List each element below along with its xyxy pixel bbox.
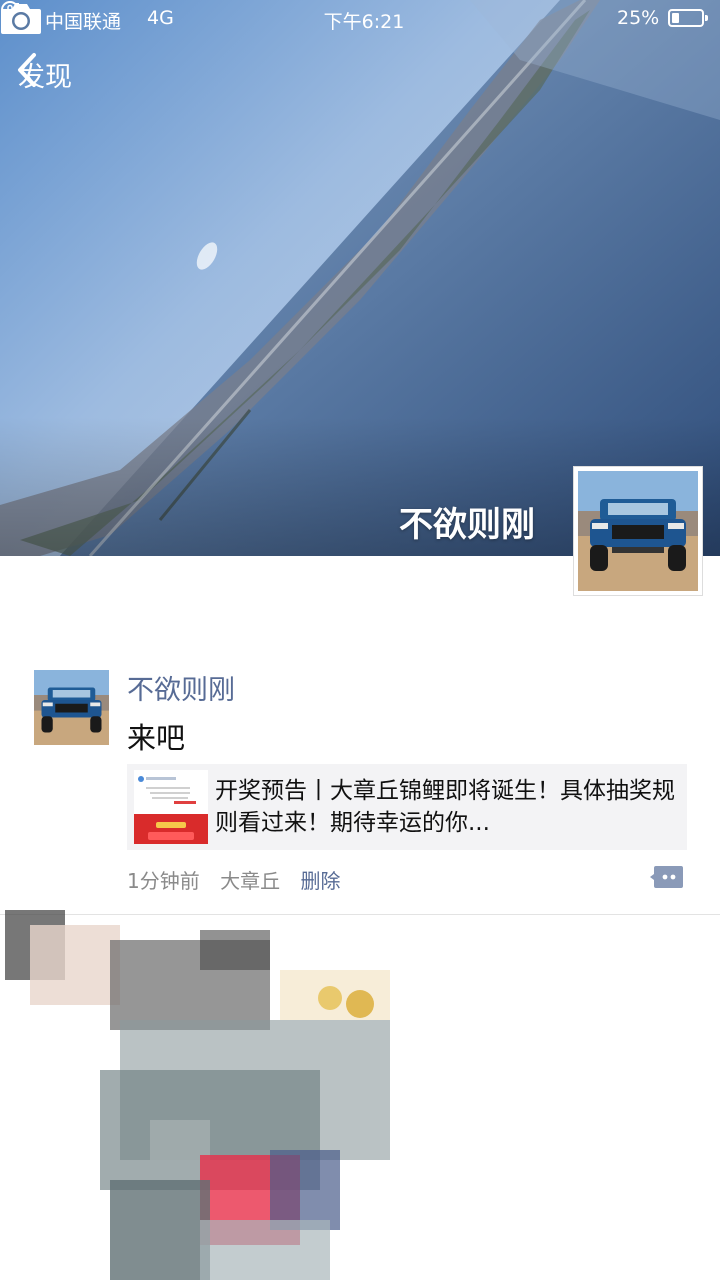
status-time: 下午6:21 (323, 11, 405, 33)
chevron-left-icon (18, 53, 36, 87)
back-button[interactable]: 发现 (14, 52, 72, 96)
cover-avatar[interactable] (573, 466, 703, 596)
status-bar: 中国联通 4G 下午6:21 25% (0, 0, 720, 36)
cover-user-name: 不欲则刚 (399, 505, 535, 545)
truck-avatar-image (578, 471, 698, 591)
shared-link-card[interactable]: 开奖预告丨大章丘锦鲤即将诞生！具体抽奖规则看过来！期待幸运的你... (127, 764, 687, 850)
post-avatar[interactable] (34, 670, 109, 745)
post-time: 1分钟前 (127, 869, 200, 893)
post-author-name[interactable]: 不欲则刚 (127, 668, 235, 707)
article-thumbnail-image (134, 770, 208, 844)
battery-icon (668, 9, 708, 27)
delete-button[interactable]: 删除 (300, 869, 340, 893)
camera-icon[interactable] (0, 0, 42, 36)
comment-icon[interactable] (650, 864, 684, 890)
battery-fill (672, 13, 679, 23)
battery-percent: 25% (617, 7, 660, 29)
post-meta: 1分钟前 大章丘 删除 (127, 865, 354, 894)
link-thumbnail (134, 770, 208, 844)
truck-avatar-image (34, 670, 109, 745)
link-title: 开奖预告丨大章丘锦鲤即将诞生！具体抽奖规则看过来！期待幸运的你... (215, 778, 675, 836)
post-location[interactable]: 大章丘 (220, 869, 280, 893)
post-text: 来吧 (127, 721, 186, 755)
moments-screen: 中国联通 4G 下午6:21 25% 发现 不欲则刚 不欲则刚 来吧 开奖预告丨… (0, 0, 720, 1280)
redacted-scribble (5, 910, 390, 1280)
